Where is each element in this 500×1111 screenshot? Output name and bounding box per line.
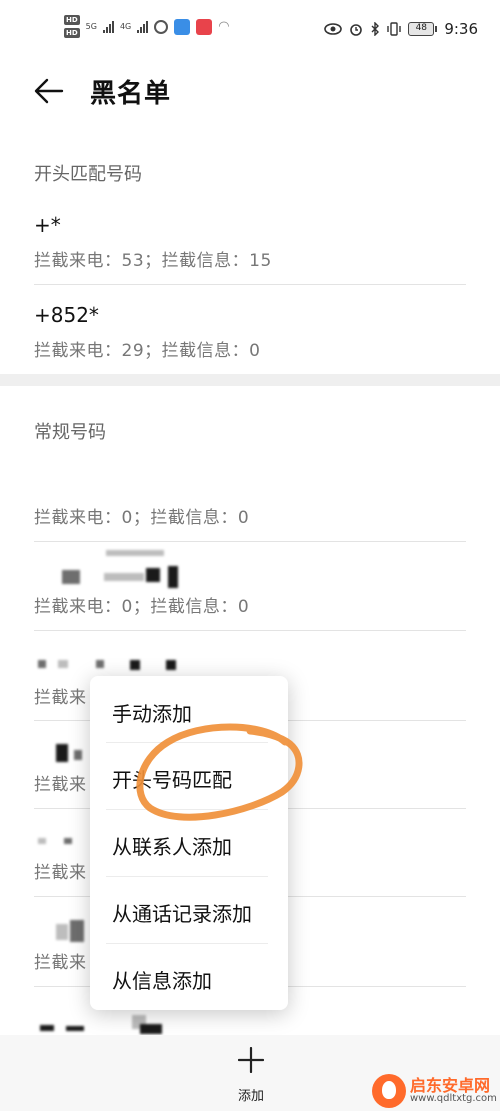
add-button[interactable]: 添加	[226, 1041, 276, 1105]
masked-number	[58, 660, 68, 668]
back-arrow-icon[interactable]	[34, 78, 64, 104]
section-title-regular: 常规号码	[34, 422, 106, 443]
masked-number	[38, 660, 46, 668]
masked-number	[146, 568, 160, 582]
masked-number	[104, 573, 144, 581]
network-4g-label: 4G	[119, 22, 132, 31]
signal-icon	[102, 20, 114, 33]
add-button-label: 添加	[237, 1089, 264, 1104]
block-stats: 拦截来	[34, 863, 87, 883]
masked-number	[62, 570, 80, 584]
menu-divider	[106, 943, 268, 944]
divider	[34, 541, 466, 542]
hd-badge: HD	[64, 15, 80, 25]
signal-icon	[137, 20, 149, 33]
section-separator	[0, 374, 500, 386]
masked-number	[130, 660, 140, 670]
masked-number	[70, 920, 84, 942]
masked-number	[38, 838, 46, 844]
battery-level: 48	[408, 22, 435, 36]
masked-number	[56, 744, 68, 762]
watermark-url: www.qdltxtg.com	[410, 1093, 497, 1104]
masked-number	[166, 660, 176, 670]
battery-icon: 48	[408, 22, 438, 36]
block-stats: 拦截来	[34, 688, 87, 708]
block-stats: 拦截来电：53；拦截信息：15	[34, 251, 272, 271]
masked-number	[64, 838, 72, 844]
site-watermark: 启东安卓网 www.qdltxtg.com	[372, 1072, 500, 1110]
block-stats: 拦截来电：0；拦截信息：0	[34, 597, 250, 617]
sync-icon	[154, 19, 169, 34]
blocked-number: +852*	[34, 303, 99, 327]
status-left: HD HD 5G 4G ◠	[64, 15, 230, 38]
app-notification-icon	[196, 18, 213, 35]
masked-number	[56, 924, 68, 940]
blocked-number: +*	[34, 213, 61, 237]
add-menu-popup: 手动添加 开头号码匹配 从联系人添加 从通话记录添加 从信息添加	[90, 676, 288, 1010]
bluetooth-icon	[371, 22, 380, 36]
block-stats: 拦截来电：0；拦截信息：0	[34, 508, 250, 528]
menu-item-add-from-call-log[interactable]: 从通话记录添加	[112, 898, 252, 927]
divider	[34, 630, 466, 631]
hd-badge: HD	[64, 28, 80, 38]
masked-number	[96, 660, 104, 668]
menu-item-prefix-match[interactable]: 开头号码匹配	[112, 764, 232, 793]
app-header: 黑名单	[0, 62, 500, 122]
menu-divider	[106, 809, 268, 810]
menu-divider	[106, 876, 268, 877]
vibrate-icon	[387, 22, 402, 36]
divider	[34, 284, 466, 285]
masked-number	[66, 1026, 84, 1031]
masked-number	[140, 1024, 162, 1034]
section-title-prefix: 开头匹配号码	[34, 164, 142, 185]
masked-number	[106, 550, 164, 556]
masked-number	[74, 750, 82, 760]
eye-icon	[324, 23, 343, 35]
watermark-logo-icon	[372, 1074, 406, 1108]
masked-number	[168, 566, 178, 588]
page-title: 黑名单	[90, 79, 172, 109]
menu-divider	[106, 742, 268, 743]
app-notification-icon	[174, 18, 191, 35]
wifi-icon: ◠	[218, 19, 230, 34]
menu-item-add-from-contacts[interactable]: 从联系人添加	[112, 831, 232, 860]
status-right: 48 9:36	[324, 20, 478, 38]
network-5g-label: 5G	[85, 22, 97, 31]
menu-item-add-from-messages[interactable]: 从信息添加	[112, 965, 212, 994]
clock: 9:36	[444, 20, 478, 38]
block-stats: 拦截来电：29；拦截信息：0	[34, 341, 261, 361]
block-stats: 拦截来	[34, 775, 87, 795]
alarm-icon	[350, 24, 363, 36]
block-stats: 拦截来	[34, 953, 87, 973]
plus-icon	[238, 1047, 264, 1073]
status-bar: HD HD 5G 4G ◠ 48 9:36	[0, 0, 500, 62]
hd-indicators: HD HD	[64, 15, 80, 38]
menu-item-manual-add[interactable]: 手动添加	[112, 698, 192, 727]
masked-number	[40, 1025, 54, 1031]
